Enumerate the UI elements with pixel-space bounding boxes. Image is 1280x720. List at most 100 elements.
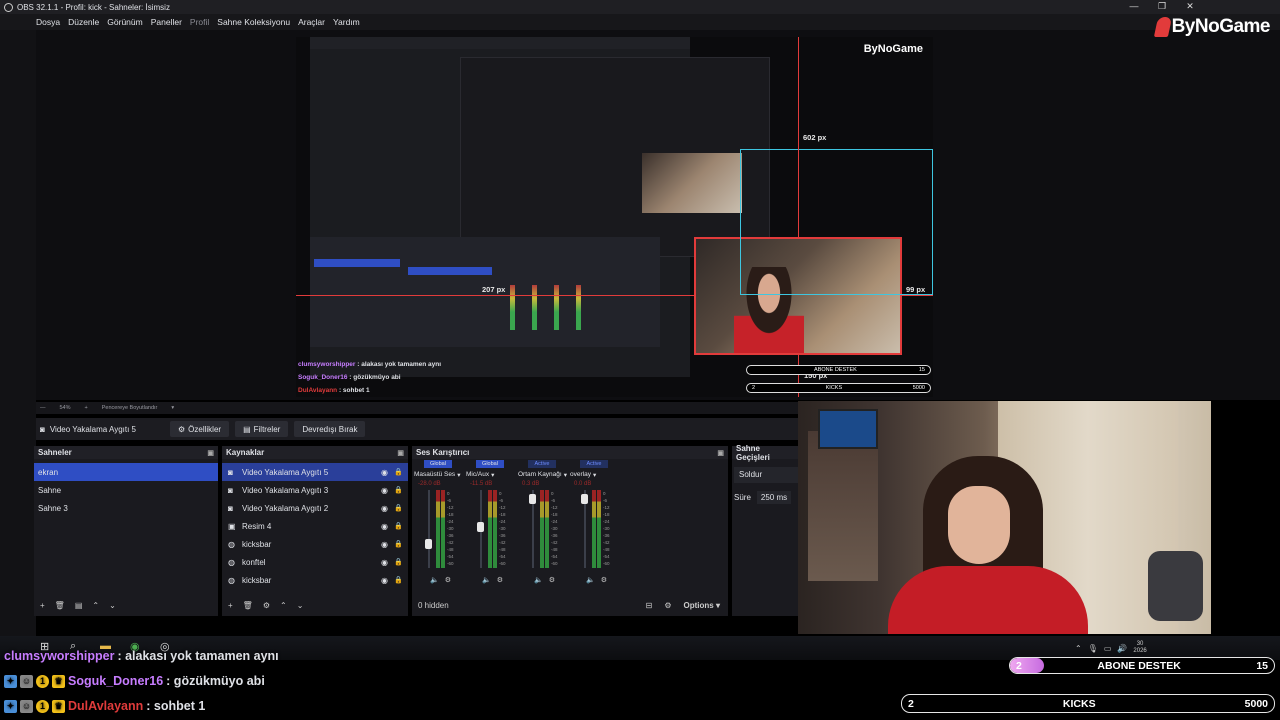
- menu-edit[interactable]: Düzenle: [68, 17, 99, 27]
- deactivate-button[interactable]: Devredışı Bırak: [294, 421, 366, 437]
- gear-icon[interactable]: ⚙: [263, 601, 270, 610]
- scene-item[interactable]: ekran: [34, 463, 218, 481]
- menu-tools[interactable]: Araçlar: [298, 17, 325, 27]
- speaker-icon[interactable]: 🔈: [586, 576, 595, 584]
- eye-icon[interactable]: ◉: [381, 468, 388, 477]
- eye-icon[interactable]: ◉: [381, 522, 388, 531]
- source-item[interactable]: ◍ konftel ◉ 🔒: [222, 553, 408, 571]
- dock-float-icon[interactable]: ▣: [207, 449, 214, 457]
- filters-button[interactable]: ▤ Filtreler: [235, 421, 289, 437]
- window-title: OBS 32.1.1 - Profil: kick - Sahneler: İs…: [17, 2, 170, 12]
- scale-tick: -12: [551, 505, 558, 510]
- scale-tick: -18: [551, 512, 558, 517]
- source-item[interactable]: ◙ Video Yakalama Aygıtı 3 ◉ 🔒: [222, 481, 408, 499]
- source-item[interactable]: ▣ Resim 4 ◉ 🔒: [222, 517, 408, 535]
- add-icon[interactable]: +: [40, 601, 45, 610]
- minimize-button[interactable]: —: [1120, 0, 1148, 13]
- chevron-down-icon[interactable]: ▾: [564, 471, 567, 481]
- filter-icon[interactable]: ▤: [75, 601, 83, 610]
- lock-icon[interactable]: 🔒: [394, 576, 403, 584]
- lock-icon[interactable]: 🔒: [394, 486, 403, 494]
- menu-scene-collection[interactable]: Sahne Koleksiyonu: [217, 17, 290, 27]
- scene-item[interactable]: Sahne: [34, 481, 218, 499]
- preview-canvas[interactable]: 602 px 207 px 99 px 150 px ByNoGame clum…: [296, 37, 933, 397]
- fit-to-window[interactable]: Pencereye Boyutlandır: [102, 405, 158, 411]
- speaker-icon[interactable]: 🔈: [430, 576, 439, 584]
- chevron-down-icon[interactable]: ▾: [171, 405, 174, 411]
- arrow-down-icon[interactable]: ⌄: [297, 601, 304, 610]
- volume-knob[interactable]: [477, 521, 484, 532]
- zoom-value[interactable]: 54%: [60, 405, 71, 411]
- lock-icon[interactable]: 🔒: [394, 468, 403, 476]
- duration-input[interactable]: 250 ms: [756, 491, 792, 504]
- chevron-down-icon[interactable]: ▾: [593, 471, 596, 481]
- eye-icon[interactable]: ◉: [381, 486, 388, 495]
- eye-icon[interactable]: ◉: [381, 558, 388, 567]
- mixer-footer: 0 hidden ⊟ ⚙ Options ▾: [412, 596, 728, 614]
- channel-controls: 🔈 ⚙: [482, 576, 503, 584]
- zoom-out-icon[interactable]: —: [40, 405, 46, 411]
- arrow-up-icon[interactable]: ⌃: [92, 601, 99, 610]
- scene-item[interactable]: Sahne 3: [34, 499, 218, 517]
- measure-label: 207 px: [482, 285, 506, 294]
- menu-profile[interactable]: Profil: [190, 17, 209, 27]
- scale-tick: -36: [603, 533, 610, 538]
- eye-icon[interactable]: ◉: [381, 576, 388, 585]
- options-button[interactable]: Options ▾: [684, 601, 720, 610]
- gear-icon[interactable]: ⚙: [601, 576, 607, 584]
- channel-name[interactable]: Masaüstü Ses ▾: [414, 471, 462, 481]
- lock-icon[interactable]: 🔒: [394, 558, 403, 566]
- arrow-down-icon[interactable]: ⌄: [109, 601, 116, 610]
- menu-view[interactable]: Görünüm: [107, 17, 142, 27]
- source-item[interactable]: ◙ Video Yakalama Aygıtı 5 ◉ 🔒: [222, 463, 408, 481]
- eye-icon[interactable]: ◉: [381, 504, 388, 513]
- source-item[interactable]: ◍ kicksbar ◉ 🔒: [222, 535, 408, 553]
- scale-tick: -48: [603, 547, 610, 552]
- add-icon[interactable]: +: [228, 601, 233, 610]
- lock-icon[interactable]: 🔒: [394, 522, 403, 530]
- chevron-down-icon[interactable]: ▾: [457, 471, 460, 481]
- dock-float-icon[interactable]: ▣: [717, 449, 724, 457]
- mic-icon[interactable]: 🎙: [1088, 644, 1098, 653]
- gear-icon[interactable]: ⚙: [549, 576, 555, 584]
- chevron-down-icon[interactable]: ▾: [491, 471, 494, 481]
- lock-icon[interactable]: 🔒: [394, 504, 403, 512]
- menu-file[interactable]: Dosya: [36, 17, 60, 27]
- menu-help[interactable]: Yardım: [333, 17, 360, 27]
- network-icon[interactable]: ▭: [1104, 644, 1112, 653]
- source-item[interactable]: ◍ kicksbar ◉ 🔒: [222, 571, 408, 589]
- channel-name[interactable]: overlay ▾: [570, 471, 618, 481]
- menu-docks[interactable]: Paneller: [151, 17, 182, 27]
- dock-float-icon[interactable]: ▣: [397, 449, 404, 457]
- restore-button[interactable]: ❐: [1148, 0, 1176, 13]
- meter-scale: 0 -6 -12 -18 -24 -30 -36 -42 -48 -54 -60: [551, 490, 558, 567]
- speaker-icon[interactable]: 🔈: [482, 576, 491, 584]
- settings-icon[interactable]: ⚙: [664, 601, 671, 610]
- gear-icon[interactable]: ⚙: [497, 576, 503, 584]
- arrow-up-icon[interactable]: ⌃: [280, 601, 287, 610]
- guide-line: [902, 295, 933, 296]
- channel-name[interactable]: Ortam Kaynağı ▾: [518, 471, 567, 481]
- zoom-in-icon[interactable]: +: [85, 405, 88, 411]
- trash-icon[interactable]: 🗑: [243, 601, 253, 610]
- scale-tick: -36: [551, 533, 558, 538]
- volume-knob[interactable]: [425, 539, 432, 549]
- transition-select[interactable]: Soldur: [734, 467, 798, 483]
- eye-icon[interactable]: ◉: [381, 540, 388, 549]
- trash-icon[interactable]: 🗑: [55, 601, 65, 610]
- chevron-up-icon[interactable]: ⌃: [1075, 644, 1082, 653]
- lock-icon[interactable]: 🔒: [394, 540, 403, 548]
- close-button[interactable]: ✕: [1176, 0, 1204, 13]
- volume-knob[interactable]: [581, 493, 588, 504]
- scale-tick: -18: [603, 512, 610, 517]
- speaker-icon[interactable]: 🔈: [534, 576, 543, 584]
- clock[interactable]: 30 2026: [1133, 641, 1146, 655]
- layout-icon[interactable]: ⊟: [646, 601, 653, 610]
- properties-button[interactable]: ⚙ Özellikler: [170, 421, 230, 437]
- volume-icon[interactable]: 🔊: [1117, 644, 1127, 653]
- source-item[interactable]: ◙ Video Yakalama Aygıtı 2 ◉ 🔒: [222, 499, 408, 517]
- channel-name[interactable]: Mic/Aux ▾: [466, 471, 514, 481]
- volume-knob[interactable]: [529, 493, 536, 504]
- volume-slider[interactable]: [428, 490, 430, 568]
- gear-icon[interactable]: ⚙: [445, 576, 451, 584]
